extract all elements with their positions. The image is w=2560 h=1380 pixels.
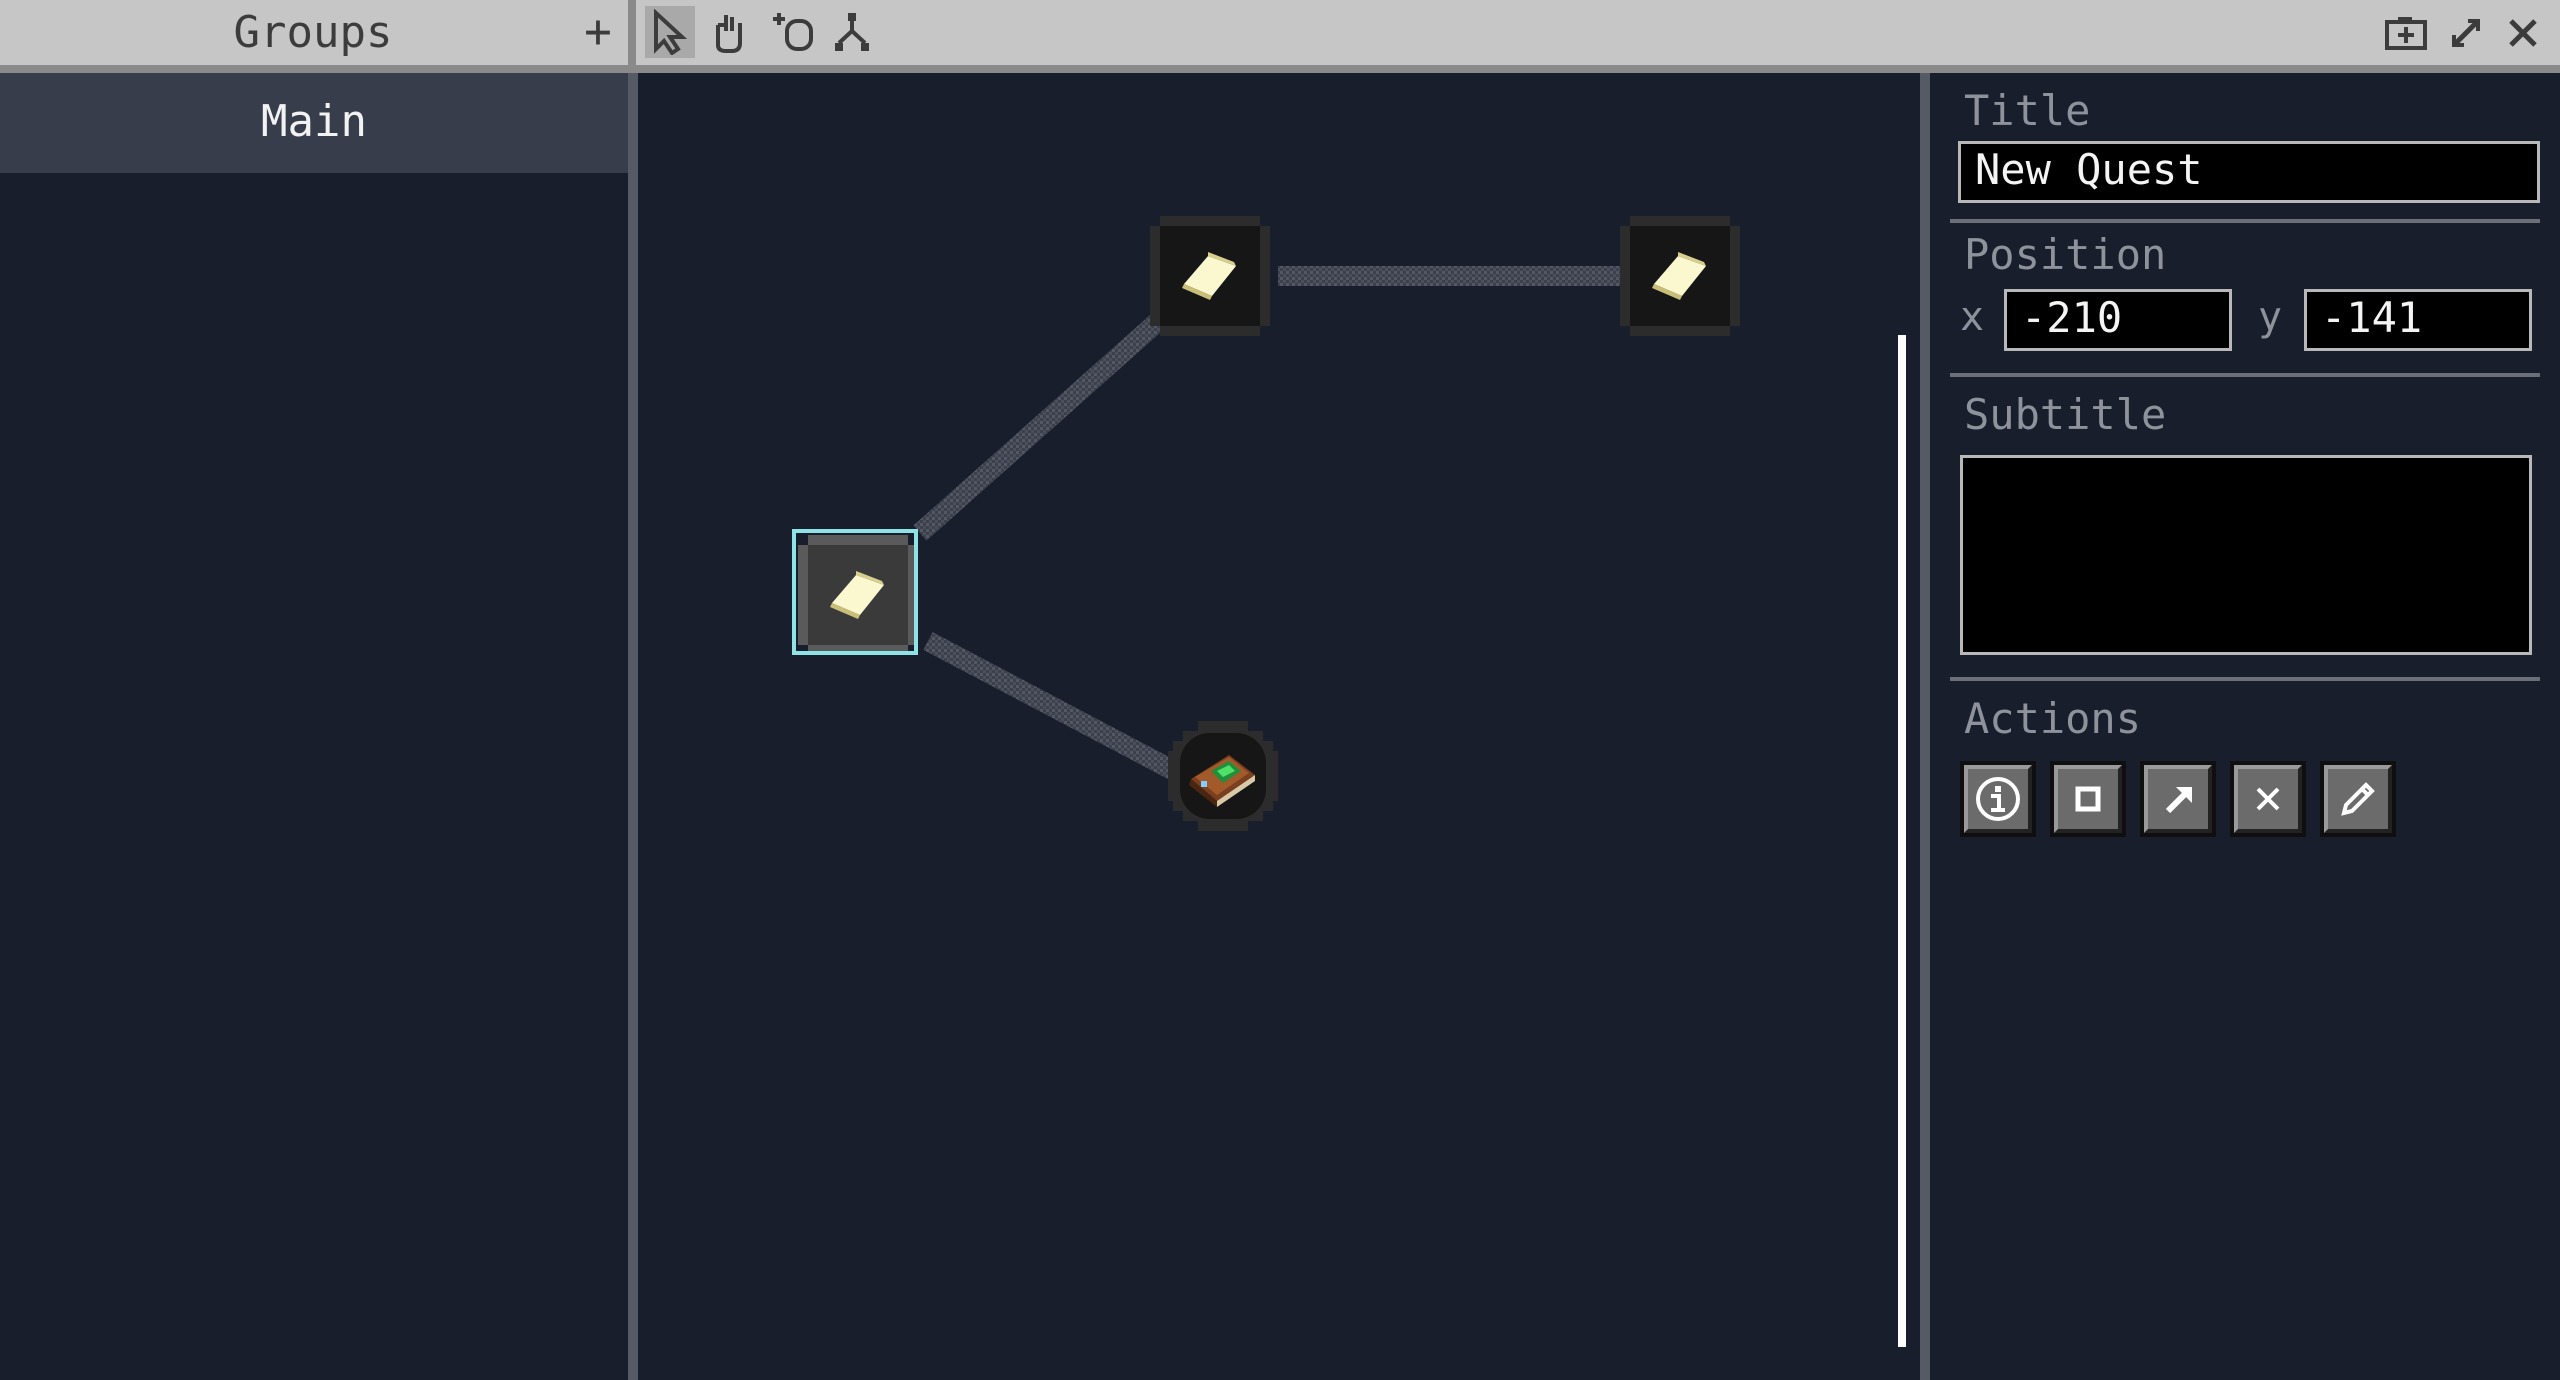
panel-separator [1950,373,2540,377]
add-quest-tool-button[interactable] [768,6,818,58]
square-icon [2075,786,2101,812]
selection-outline [792,529,918,655]
x-label: x [1960,294,1985,340]
resize-button[interactable] [2443,10,2489,56]
close-icon [2509,19,2537,47]
sidebar-divider[interactable] [628,73,638,1380]
groups-sidebar: Main [0,73,628,1380]
arrow-button[interactable] [2140,761,2216,837]
add-group-button[interactable]: + [578,6,618,56]
square-button[interactable] [2050,761,2126,837]
groups-header: Groups + [0,0,626,65]
subtitle-label: Subtitle [1964,390,2167,439]
edit-button[interactable] [2320,761,2396,837]
resize-icon [2452,19,2480,47]
panel-separator [1950,219,2540,223]
arrow-icon [2165,787,2192,814]
paper-icon [1182,252,1236,300]
delete-icon [2256,787,2280,811]
y-position-input[interactable]: -141 [2304,289,2532,351]
top-toolbar: Groups + [0,0,2560,65]
actions-label: Actions [1964,694,2142,743]
subtitle-input[interactable] [1960,455,2532,655]
quest-properties-panel: Title New Quest Position x -210 y -141 S… [1930,73,2560,1380]
hand-icon [716,15,742,53]
group-item-label: Main [261,96,367,147]
toolbar-bottom-border [0,65,2560,73]
quest-canvas[interactable] [638,73,1930,1380]
quest-node-right[interactable] [1620,216,1740,336]
cursor-icon [654,9,688,55]
quest-node-book[interactable] [1168,721,1278,831]
select-tool-button[interactable] [645,6,695,58]
add-quest-icon [773,13,813,51]
quest-node-selected[interactable] [792,529,918,655]
toolbar-divider [628,0,636,65]
x-position-input[interactable]: -210 [2004,289,2232,351]
paper-icon [1652,252,1706,300]
title-input[interactable]: New Quest [1958,141,2540,203]
groups-title: Groups [233,7,393,58]
title-label: Title [1964,86,2091,135]
connect-tool-button[interactable] [828,6,878,58]
close-button[interactable] [2500,10,2546,56]
info-icon [1976,777,2020,821]
connect-icon [835,13,869,51]
book-icon [1189,755,1255,807]
screenshot-icon [2385,17,2427,50]
group-item-main[interactable]: Main [0,73,628,173]
screenshot-button[interactable] [2383,10,2429,56]
pan-tool-button[interactable] [703,6,753,58]
connection-line [923,632,1183,782]
panel-separator [1950,677,2540,681]
quest-node-top[interactable] [1150,216,1270,336]
info-button[interactable] [1960,761,2036,837]
canvas-scrollbar[interactable] [1898,335,1906,1347]
edit-icon [2341,782,2375,816]
panel-divider[interactable] [1920,73,1930,1380]
delete-button[interactable] [2230,761,2306,837]
y-label: y [2258,294,2283,340]
position-label: Position [1964,230,2167,279]
